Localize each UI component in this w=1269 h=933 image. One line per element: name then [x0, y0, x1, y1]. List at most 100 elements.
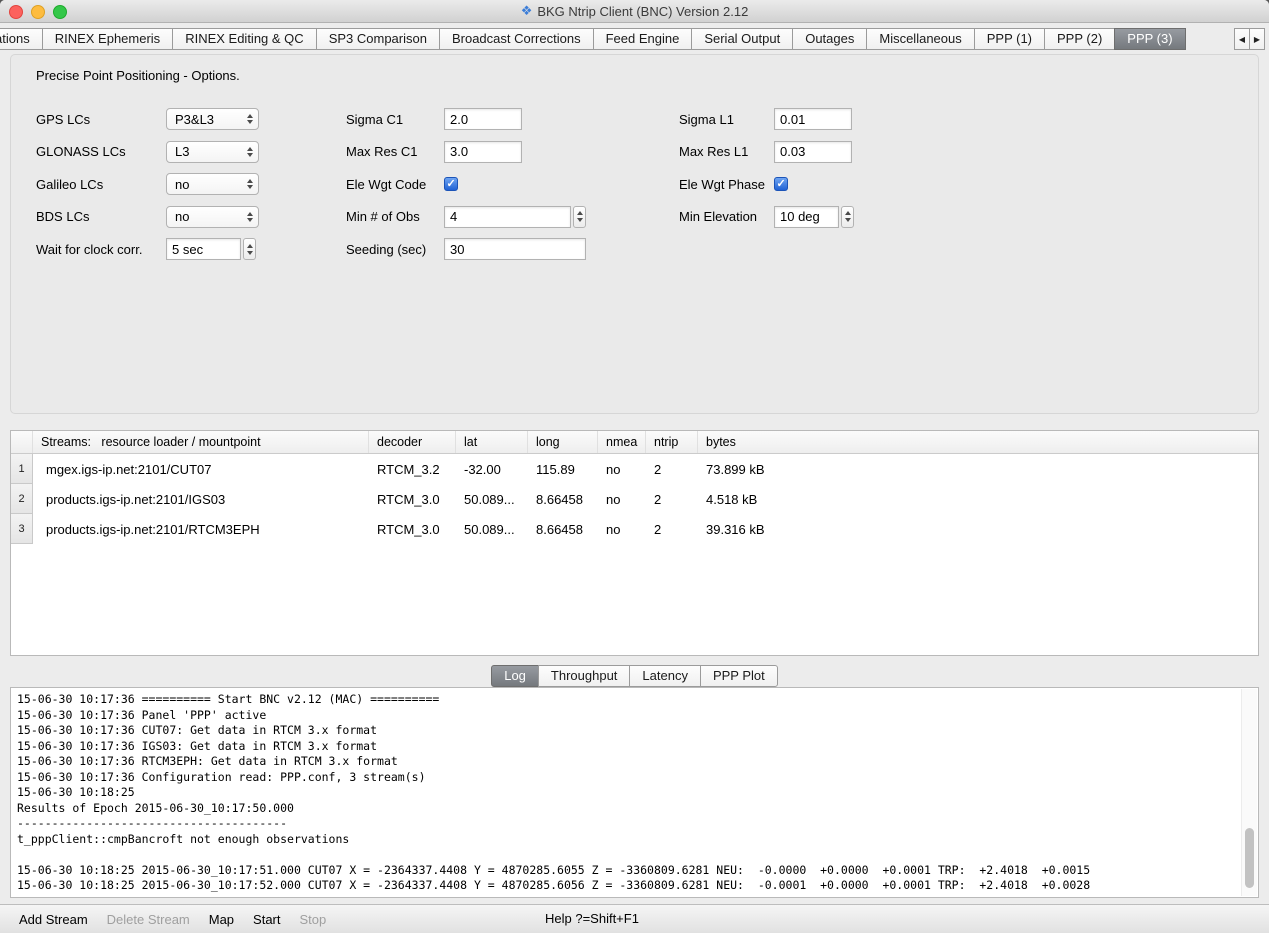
dropdown-arrows-icon [247, 179, 253, 189]
wait-for-clock-corr-field[interactable] [166, 238, 241, 260]
form-row-max-res-l1: Max Res L1 [679, 136, 854, 169]
checkbox-ele-wgt-code[interactable] [444, 177, 458, 191]
tab-latency[interactable]: Latency [629, 665, 701, 687]
tab-scroll-right-button[interactable]: ▶ [1249, 28, 1265, 50]
cell-mountpoint: mgex.igs-ip.net:2101/CUT07 [33, 462, 369, 477]
max-res-l1-field[interactable] [774, 141, 852, 163]
form-row-max-res-c1: Max Res C1 [346, 136, 586, 169]
add-stream-button[interactable]: Add Stream [19, 912, 88, 927]
tab-log[interactable]: Log [491, 665, 539, 687]
tab-ppp-plot[interactable]: PPP Plot [700, 665, 778, 687]
column-header-long[interactable]: long [528, 431, 598, 453]
form-row-min-elevation: Min Elevation [679, 201, 854, 234]
cell-nmea: no [598, 462, 646, 477]
window-controls [9, 5, 67, 19]
form-col2: Sigma C1Max Res C1Ele Wgt CodeMin # of O… [346, 103, 586, 266]
tab-sp3-comparison[interactable]: SP3 Comparison [316, 28, 440, 50]
field-label-wait-for-clock-corr: Wait for clock corr. [36, 242, 166, 257]
column-header-decoder[interactable]: decoder [369, 431, 456, 453]
log-scrollbar-thumb[interactable] [1245, 828, 1254, 888]
checkbox-ele-wgt-phase[interactable] [774, 177, 788, 191]
form-row-seeding-sec: Seeding (sec) [346, 233, 586, 266]
form-row-wait-for-clock-corr: Wait for clock corr. [36, 233, 259, 266]
tab-outages[interactable]: Outages [792, 28, 867, 50]
field-label-ele-wgt-phase: Ele Wgt Phase [679, 177, 774, 192]
up-arrow-icon [577, 211, 583, 215]
down-arrow-icon [247, 218, 253, 222]
up-arrow-icon [247, 179, 253, 183]
field-label-glonass-lcs: GLONASS LCs [36, 144, 166, 159]
wait-for-clock-corr-stepper[interactable] [243, 238, 256, 260]
bds-lcs-dropdown[interactable]: no [166, 206, 259, 228]
tab-ppp-2[interactable]: PPP (2) [1044, 28, 1115, 50]
down-arrow-icon [577, 218, 583, 222]
close-button[interactable] [9, 5, 23, 19]
stream-row[interactable]: 1mgex.igs-ip.net:2101/CUT07RTCM_3.2-32.0… [11, 454, 1258, 484]
start-button[interactable]: Start [253, 912, 280, 927]
up-arrow-icon [247, 244, 253, 248]
delete-stream-button[interactable]: Delete Stream [107, 912, 190, 927]
stream-row[interactable]: 2products.igs-ip.net:2101/IGS03RTCM_3.05… [11, 484, 1258, 514]
row-number[interactable]: 1 [11, 454, 33, 484]
down-arrow-icon [247, 251, 253, 255]
cell-ntrip: 2 [646, 492, 698, 507]
column-header-lat[interactable]: lat [456, 431, 528, 453]
field-label-bds-lcs: BDS LCs [36, 209, 166, 224]
bnc-app-icon: ❖ [521, 3, 533, 19]
tab-miscellaneous[interactable]: Miscellaneous [866, 28, 974, 50]
row-number[interactable]: 3 [11, 514, 33, 544]
sigma-l1-field[interactable] [774, 108, 852, 130]
map-button[interactable]: Map [209, 912, 234, 927]
glonass-lcs-dropdown[interactable]: L3 [166, 141, 259, 163]
tab-scroll-left-button[interactable]: ◀ [1234, 28, 1250, 50]
row-number[interactable]: 2 [11, 484, 33, 514]
min-elevation-stepper[interactable] [841, 206, 854, 228]
cell-nmea: no [598, 492, 646, 507]
down-arrow-icon [247, 185, 253, 189]
help-text: Help ?=Shift+F1 [545, 905, 639, 933]
log-line: 15-06-30 10:17:36 CUT07: Get data in RTC… [17, 723, 1238, 739]
galileo-lcs-dropdown[interactable]: no [166, 173, 259, 195]
field-label-gps-lcs: GPS LCs [36, 112, 166, 127]
tab-rinex-ephemeris[interactable]: RINEX Ephemeris [42, 28, 173, 50]
log-line: Results of Epoch 2015-06-30_10:17:50.000 [17, 801, 1238, 817]
log-line: --------------------------------------- [17, 816, 1238, 832]
tab-ppp-1[interactable]: PPP (1) [974, 28, 1045, 50]
log-scrollbar[interactable] [1241, 689, 1257, 896]
min-of-obs-field[interactable] [444, 206, 571, 228]
tab-ations[interactable]: ations [0, 28, 43, 50]
zoom-button[interactable] [53, 5, 67, 19]
column-header-mountpoint[interactable]: Streams: resource loader / mountpoint [33, 431, 369, 453]
tab-throughput[interactable]: Throughput [538, 665, 631, 687]
log-line: 15-06-30 10:17:36 Panel 'PPP' active [17, 708, 1238, 724]
tab-feed-engine[interactable]: Feed Engine [593, 28, 693, 50]
log-line: 15-06-30 10:18:25 2015-06-30_10:17:51.00… [17, 863, 1238, 879]
column-header-nmea[interactable]: nmea [598, 431, 646, 453]
log-tab-bar: LogThroughputLatencyPPP Plot [0, 665, 1269, 687]
field-label-max-res-l1: Max Res L1 [679, 144, 774, 159]
minimize-button[interactable] [31, 5, 45, 19]
title-bar[interactable]: ❖ BKG Ntrip Client (BNC) Version 2.12 [0, 0, 1269, 23]
cell-lat: 50.089... [456, 492, 528, 507]
max-res-c1-field[interactable] [444, 141, 522, 163]
log-view[interactable]: 15-06-30 10:17:36 ========== Start BNC v… [10, 687, 1259, 898]
sigma-c1-field[interactable] [444, 108, 522, 130]
seeding-sec-field[interactable] [444, 238, 586, 260]
up-arrow-icon [247, 212, 253, 216]
field-label-min-of-obs: Min # of Obs [346, 209, 444, 224]
cell-decoder: RTCM_3.0 [369, 492, 456, 507]
tab-rinex-editing-qc[interactable]: RINEX Editing & QC [172, 28, 317, 50]
tab-ppp-3[interactable]: PPP (3) [1114, 28, 1185, 50]
min-elevation-field[interactable] [774, 206, 839, 228]
gps-lcs-dropdown[interactable]: P3&L3 [166, 108, 259, 130]
min-of-obs-stepper[interactable] [573, 206, 586, 228]
tab-serial-output[interactable]: Serial Output [691, 28, 793, 50]
stream-row[interactable]: 3products.igs-ip.net:2101/RTCM3EPHRTCM_3… [11, 514, 1258, 544]
dropdown-arrows-icon [247, 212, 253, 222]
column-header-ntrip[interactable]: ntrip [646, 431, 698, 453]
column-header-bytes[interactable]: bytes [698, 431, 1258, 453]
form-row-ele-wgt-code: Ele Wgt Code [346, 168, 586, 201]
cell-bytes: 4.518 kB [698, 492, 1258, 507]
tab-broadcast-corrections[interactable]: Broadcast Corrections [439, 28, 594, 50]
stop-button[interactable]: Stop [300, 912, 327, 927]
